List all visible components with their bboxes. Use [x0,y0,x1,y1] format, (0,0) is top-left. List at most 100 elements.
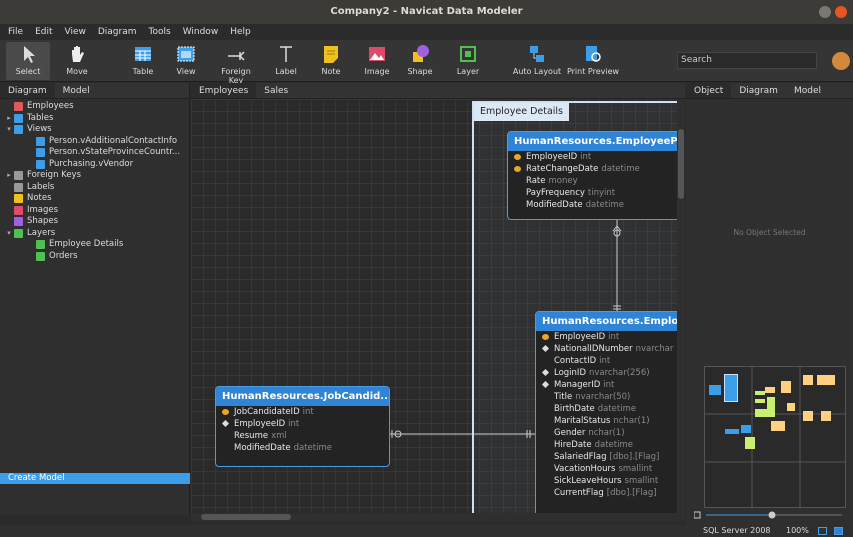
image-tool-button[interactable]: Image [355,42,399,80]
job-candidate-table[interactable]: HumanResources.JobCandid... JobCandidate… [215,386,390,467]
shape-tool-button[interactable]: Shape [398,42,442,80]
table-field[interactable]: Rate money [508,175,677,187]
tree-item[interactable]: ▾ Views [0,124,189,136]
horizontal-scrollbar[interactable] [191,513,685,521]
table-field[interactable]: EmployeeID int [536,331,677,343]
field-type: int [302,407,314,417]
tab-diagram[interactable]: Diagram [0,83,55,98]
minimize-button[interactable] [819,6,831,18]
tree-item[interactable]: Notes [0,193,189,205]
tree-item[interactable]: Labels [0,182,189,194]
tree-expander-icon[interactable]: ▸ [4,113,14,125]
tree-item[interactable]: Employee Details [0,239,189,251]
minimap[interactable] [704,366,846,508]
table-field[interactable]: NationalIDNumber nvarchar [536,343,677,355]
table-field[interactable]: ModifiedDate datetime [216,442,389,454]
tree-expander-icon[interactable]: ▾ [4,124,14,136]
tree-item-label: Tables [27,112,54,123]
table-field[interactable]: VacationHours smallint [536,463,677,475]
table-tool-button[interactable]: Table [121,42,165,80]
table-header: HumanResources.EmployeeP [508,132,677,151]
menu-help[interactable]: Help [230,24,251,40]
employee-pay-history-table[interactable]: HumanResources.EmployeeP EmployeeID int Ra… [507,131,677,220]
tree-item-icon [36,240,45,250]
search-input[interactable]: Search [677,52,817,69]
vertical-scrollbar[interactable] [677,99,685,513]
field-name: EmployeeID [526,152,578,162]
scroll-thumb[interactable] [201,514,291,520]
layer-tool-button[interactable]: Layer [446,42,490,80]
layout-toggle-icon[interactable] [818,527,827,535]
move-tool-button[interactable]: Move [55,42,99,80]
print-preview-button[interactable]: Print Preview [566,42,620,80]
layer-tool-label: Layer [456,67,480,76]
table-header: HumanResources.JobCandid... [216,387,389,406]
field-name: LoginID [554,368,586,378]
tab-diagram-props[interactable]: Diagram [731,83,786,98]
menu-tools[interactable]: Tools [149,24,171,40]
select-tool-button[interactable]: Select [6,42,50,80]
table-field[interactable]: LoginID nvarchar(256) [536,367,677,379]
table-field[interactable]: ManagerID int [536,379,677,391]
field-name: EmployeeID [554,332,606,342]
primary-key-icon [542,334,549,340]
layout-toggle-icon[interactable] [834,527,843,535]
zoom-slider[interactable] [693,510,849,520]
table-field[interactable]: JobCandidateID int [216,406,389,418]
table-field[interactable]: ModifiedDate datetime [508,199,677,211]
field-type: xml [271,431,287,441]
table-field[interactable]: EmployeeID int [508,151,677,163]
table-field[interactable]: Resume xml [216,430,389,442]
table-field[interactable]: SickLeaveHours smallint [536,475,677,487]
tab-sales[interactable]: Sales [256,83,296,98]
table-field[interactable]: ContactID int [536,355,677,367]
auto-layout-button[interactable]: Auto Layout [512,42,562,80]
menu-edit[interactable]: Edit [35,24,52,40]
tree-item[interactable]: ▸ Tables [0,113,189,125]
tree-expander-icon[interactable]: ▾ [4,228,14,240]
tree-item[interactable]: Person.vStateProvinceCountr... [0,147,189,159]
tree-item[interactable]: Employees [0,101,189,113]
user-avatar-icon[interactable] [832,52,850,70]
table-field[interactable]: RateChangeDate datetime [508,163,677,175]
tab-model-props[interactable]: Model [786,83,829,98]
tree-item[interactable]: ▾ Layers [0,228,189,240]
create-model-item[interactable]: Create Model [0,473,190,484]
tree-item[interactable]: Purchasing.vVendor [0,159,189,171]
table-field[interactable]: PayFrequency tinyint [508,187,677,199]
table-field[interactable]: Gender nchar(1) [536,427,677,439]
index-icon [221,419,230,428]
table-field[interactable]: HireDate datetime [536,439,677,451]
table-field[interactable]: EmployeeID int [216,418,389,430]
menu-window[interactable]: Window [183,24,219,40]
menu-file[interactable]: File [8,24,23,40]
table-field[interactable]: Title nvarchar(50) [536,391,677,403]
menu-diagram[interactable]: Diagram [98,24,137,40]
tree-item[interactable]: Shapes [0,216,189,228]
table-field[interactable]: MaritalStatus nchar(1) [536,415,677,427]
tab-object[interactable]: Object [686,83,732,98]
field-name: PayFrequency [526,188,585,198]
employee-table[interactable]: HumanResources.Emplo EmployeeID int Nation… [535,311,677,513]
view-tool-button[interactable]: View [164,42,208,80]
tab-model[interactable]: Model [55,83,98,98]
auto-layout-label: Auto Layout [512,67,562,76]
tree-item[interactable]: Person.vAdditionalContactInfo [0,136,189,148]
tab-employees[interactable]: Employees [191,83,257,98]
foreign-key-tool-button[interactable]: Foreign Key [214,42,258,85]
field-type: datetime [594,440,633,450]
tree-expander-icon[interactable]: ▸ [4,170,14,182]
tree-item[interactable]: Images [0,205,189,217]
scroll-thumb[interactable] [678,129,684,199]
table-field[interactable]: BirthDate datetime [536,403,677,415]
table-field[interactable]: CurrentFlag [dbo].[Flag] [536,487,677,499]
note-tool-button[interactable]: Note [309,42,353,80]
tree-item[interactable]: Orders [0,251,189,263]
tree-item[interactable]: ▸ Foreign Keys [0,170,189,182]
diagram-canvas[interactable]: Employee Details HumanResources.Employee… [191,99,677,513]
menu-view[interactable]: View [65,24,86,40]
table-field[interactable]: SalariedFlag [dbo].[Flag] [536,451,677,463]
image-icon [367,44,387,64]
close-button[interactable] [835,6,847,18]
label-tool-button[interactable]: Label [264,42,308,80]
